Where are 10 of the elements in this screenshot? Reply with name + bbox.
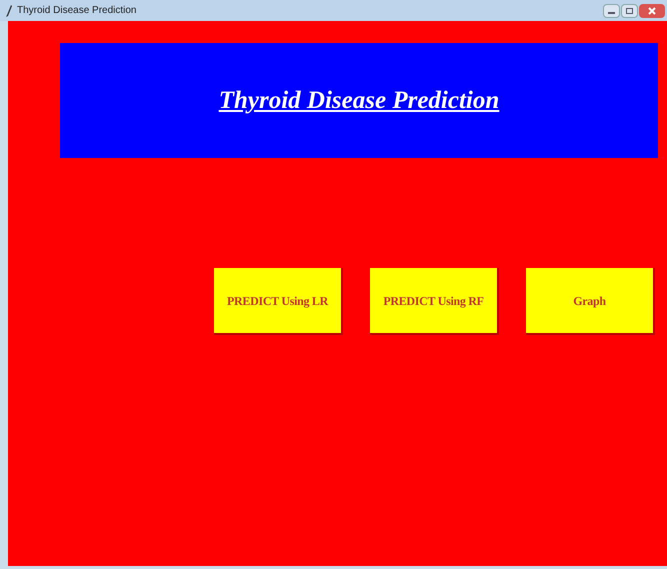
feather-icon <box>6 4 12 16</box>
close-icon <box>648 6 656 14</box>
action-button[interactable]: PREDICT Using LR <box>214 268 343 335</box>
action-button[interactable]: Graph <box>526 268 655 335</box>
action-button[interactable]: PREDICT Using RF <box>370 268 499 335</box>
close-button[interactable] <box>639 4 665 18</box>
banner-title: Thyroid Disease Prediction <box>218 86 500 116</box>
minimize-button[interactable] <box>603 4 620 18</box>
window-title: Thyroid Disease Prediction <box>17 4 136 18</box>
maximize-button[interactable] <box>621 4 638 18</box>
